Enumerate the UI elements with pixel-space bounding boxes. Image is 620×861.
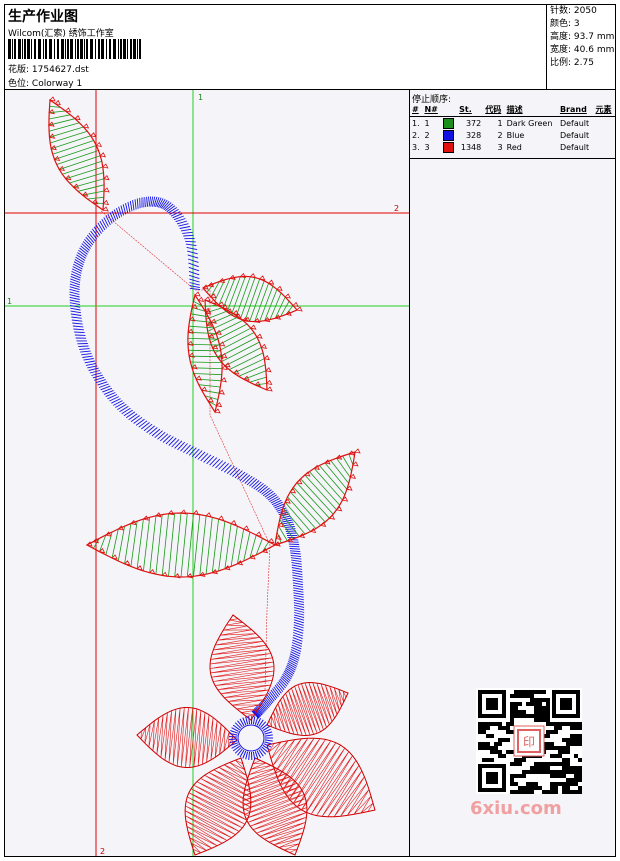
design-file-value: 1754627.dst (31, 65, 89, 75)
color-table-header: # N# St. 代码 描述 Brand 元素 (410, 102, 615, 117)
colorway-value: Colorway 1 (31, 79, 83, 89)
embroidery-canvas: 1 2 1 2 (5, 90, 409, 856)
qr-stamp: 印 (523, 735, 535, 749)
color-swatch (443, 117, 455, 129)
table-row: 1. 1 372 1 Dark Green Default (412, 117, 590, 129)
barcode (8, 39, 141, 59)
page-title: 生产作业图 (8, 9, 78, 25)
stat-width: 宽度: 40.6 mm (550, 45, 615, 55)
company-name: Wilcom(汇索) 绣饰工作室 (8, 29, 114, 39)
qr-code: 印 (476, 688, 582, 794)
design-file-line: 花版: 1754627.dst (8, 62, 89, 75)
col-swatch (441, 102, 457, 117)
guide-label-h2: 2 (394, 204, 399, 213)
stat-stitches: 针数: 2050 (550, 6, 597, 16)
design-label: 花版: (8, 65, 30, 75)
color-table: # N# St. 代码 描述 Brand 元素 1. 1 372 1 Dark … (410, 102, 615, 153)
col-number: N# (424, 104, 438, 114)
col-desc: 描述 (506, 104, 523, 114)
col-brand: Brand (559, 104, 587, 114)
stat-scale: 比例: 2.75 (550, 58, 594, 68)
col-hash: # (412, 104, 419, 114)
color-swatch (443, 141, 455, 153)
stat-colors: 颜色: 3 (550, 19, 580, 29)
guide-label-v2: 2 (100, 847, 105, 856)
table-row: 2. 2 328 2 Blue Default (412, 129, 590, 141)
worksheet-frame: 生产作业图 Wilcom(汇索) 绣饰工作室 花版: 1754627.dst 色… (4, 4, 616, 857)
stats-panel: 针数: 2050 颜色: 3 高度: 93.7 mm 宽度: 40.6 mm 比… (546, 5, 616, 89)
embroidery-preview: 1 2 1 2 (5, 90, 410, 856)
blue-stem (69, 196, 305, 719)
col-stitches: St. (459, 104, 472, 114)
red-flower (136, 614, 376, 856)
stop-sequence-panel: 停止顺序: # N# St. 代码 描述 Brand 元素 1. 1 372 1… (410, 90, 615, 856)
divider (410, 158, 615, 159)
col-element: 元素 (595, 104, 612, 114)
watermark: 6xiu.com (470, 798, 562, 819)
guide-label-v1: 1 (198, 93, 203, 102)
colorway-label: 色位: (8, 79, 30, 89)
stat-height: 高度: 93.7 mm (550, 32, 615, 42)
header: 生产作业图 Wilcom(汇索) 绣饰工作室 花版: 1754627.dst 色… (5, 5, 615, 90)
colorway-line: 色位: Colorway 1 (8, 76, 82, 89)
table-row: 3. 3 1348 3 Red Default (412, 141, 590, 153)
col-code: 代码 (485, 104, 502, 114)
color-swatch (443, 129, 455, 141)
guide-label-h1: 1 (7, 297, 12, 306)
